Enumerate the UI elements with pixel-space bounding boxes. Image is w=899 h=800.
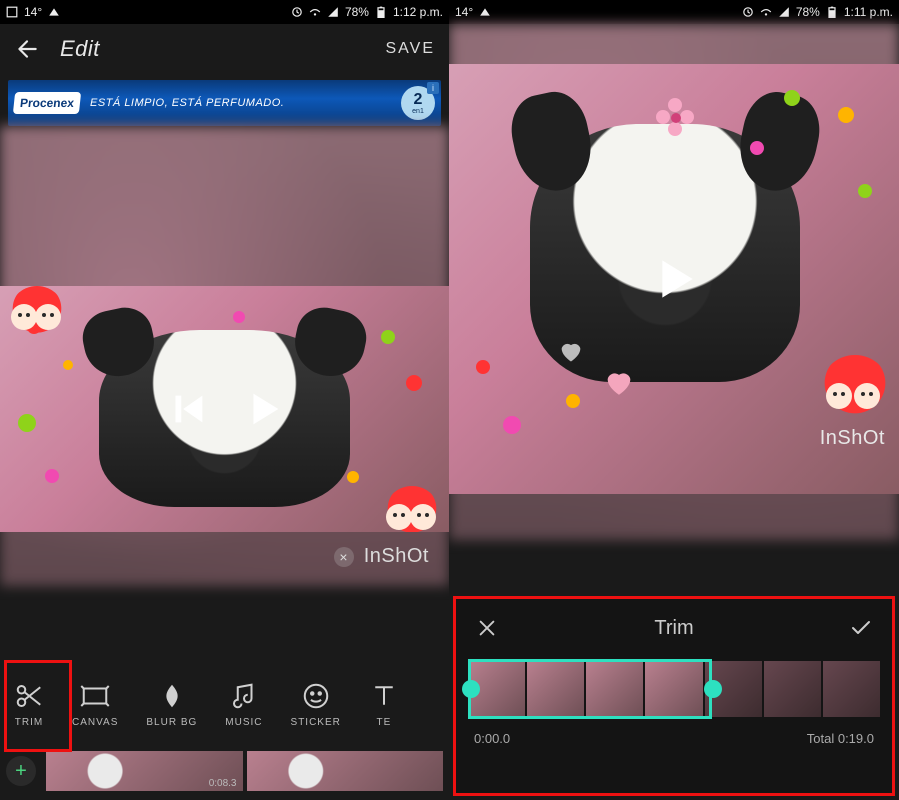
- save-button[interactable]: SAVE: [386, 40, 436, 58]
- canvas-icon: [80, 681, 110, 711]
- tool-sticker[interactable]: STICKER: [291, 681, 341, 728]
- trim-thumbnail: [764, 661, 821, 717]
- video-preview[interactable]: [0, 286, 449, 532]
- clip-thumbnail[interactable]: [247, 751, 444, 791]
- tool-trim[interactable]: TRIM: [14, 681, 44, 728]
- watermark-tag[interactable]: × InShOt: [334, 545, 429, 568]
- music-icon: [229, 681, 259, 711]
- signal-icon: [778, 6, 790, 18]
- alarm-icon: [742, 6, 754, 18]
- tool-label: TRIM: [15, 717, 43, 728]
- alarm-icon: [291, 6, 303, 18]
- play-button[interactable]: [240, 386, 286, 432]
- trim-filmstrip[interactable]: [456, 657, 892, 721]
- page-title: Edit: [60, 36, 100, 62]
- clip-duration: 0:08.3: [209, 778, 237, 789]
- cast-icon: [479, 6, 491, 18]
- app-header: Edit SAVE: [0, 24, 449, 74]
- temperature-indicator: 14°: [455, 5, 473, 19]
- notification-icon: [6, 6, 18, 18]
- tool-canvas[interactable]: CANVAS: [72, 681, 118, 728]
- blur-icon: [157, 681, 187, 711]
- clip-thumbnail[interactable]: 0:08.3: [46, 751, 243, 791]
- wifi-icon: [760, 6, 772, 18]
- tool-music[interactable]: MUSIC: [225, 681, 262, 728]
- trim-thumbnail: [527, 661, 584, 717]
- status-bar: 14° 78% 1:11 p.m.: [449, 0, 899, 24]
- tool-label: STICKER: [291, 717, 341, 728]
- trim-current-time: 0:00.0: [474, 731, 510, 746]
- tool-label: CANVAS: [72, 717, 118, 728]
- video-preview-area: InShOt: [449, 24, 899, 540]
- battery-percent: 78%: [796, 5, 820, 19]
- ad-brand: Procenex: [13, 92, 81, 114]
- tool-text[interactable]: TE: [369, 681, 399, 728]
- status-bar: 14° 78% 1:12 p.m.: [0, 0, 449, 24]
- trim-handle-left[interactable]: [462, 680, 480, 698]
- trim-thumbnail: [586, 661, 643, 717]
- back-button[interactable]: [14, 36, 40, 62]
- clock: 1:11 p.m.: [844, 5, 893, 19]
- screenshot-left: 14° 78% 1:12 p.m. Edit SAVE Procenex EST…: [0, 0, 449, 800]
- temperature-indicator: 14°: [24, 5, 42, 19]
- close-watermark-icon[interactable]: ×: [334, 547, 354, 567]
- trim-total-time: Total 0:19.0: [807, 731, 874, 746]
- screenshot-right: 14° 78% 1:11 p.m.: [449, 0, 899, 800]
- ad-banner[interactable]: Procenex ESTÁ LIMPIO, ESTÁ PERFUMADO. 2 …: [8, 80, 441, 126]
- trim-panel: Trim 0:00.0 Total 0:19.0: [453, 596, 895, 796]
- watermark-text: InShOt: [364, 545, 429, 568]
- playback-controls: [0, 286, 449, 532]
- confirm-trim-button[interactable]: [848, 615, 874, 641]
- signal-icon: [327, 6, 339, 18]
- cancel-trim-button[interactable]: [474, 615, 500, 641]
- tool-label: TE: [376, 717, 391, 728]
- scissors-icon: [14, 681, 44, 711]
- timeline-filmstrip[interactable]: + 0:08.3: [0, 746, 449, 796]
- battery-icon: [826, 6, 838, 18]
- clock: 1:12 p.m.: [393, 5, 443, 19]
- watermark-text[interactable]: InShOt: [820, 427, 885, 450]
- wifi-icon: [309, 6, 321, 18]
- text-icon: [369, 681, 399, 711]
- play-button[interactable]: [646, 251, 702, 307]
- trim-title: Trim: [654, 617, 693, 640]
- battery-percent: 78%: [345, 5, 369, 19]
- trim-thumbnail: [645, 661, 702, 717]
- edit-toolbar: TRIM CANVAS BLUR BG MUSIC STICKER TE: [0, 664, 449, 744]
- trim-time-row: 0:00.0 Total 0:19.0: [456, 721, 892, 746]
- previous-button[interactable]: [164, 386, 210, 432]
- sticker-icon: [301, 681, 331, 711]
- tool-label: MUSIC: [225, 717, 262, 728]
- tool-blur-bg[interactable]: BLUR BG: [146, 681, 197, 728]
- ad-slogan: ESTÁ LIMPIO, ESTÁ PERFUMADO.: [90, 97, 401, 109]
- cast-icon: [48, 6, 60, 18]
- add-clip-button[interactable]: +: [6, 756, 36, 786]
- trim-handle-right[interactable]: [704, 680, 722, 698]
- adchoices-icon[interactable]: i: [427, 82, 439, 94]
- trim-thumbnail: [823, 661, 880, 717]
- tool-label: BLUR BG: [146, 717, 197, 728]
- battery-icon: [375, 6, 387, 18]
- video-preview-area: × InShOt: [0, 126, 449, 586]
